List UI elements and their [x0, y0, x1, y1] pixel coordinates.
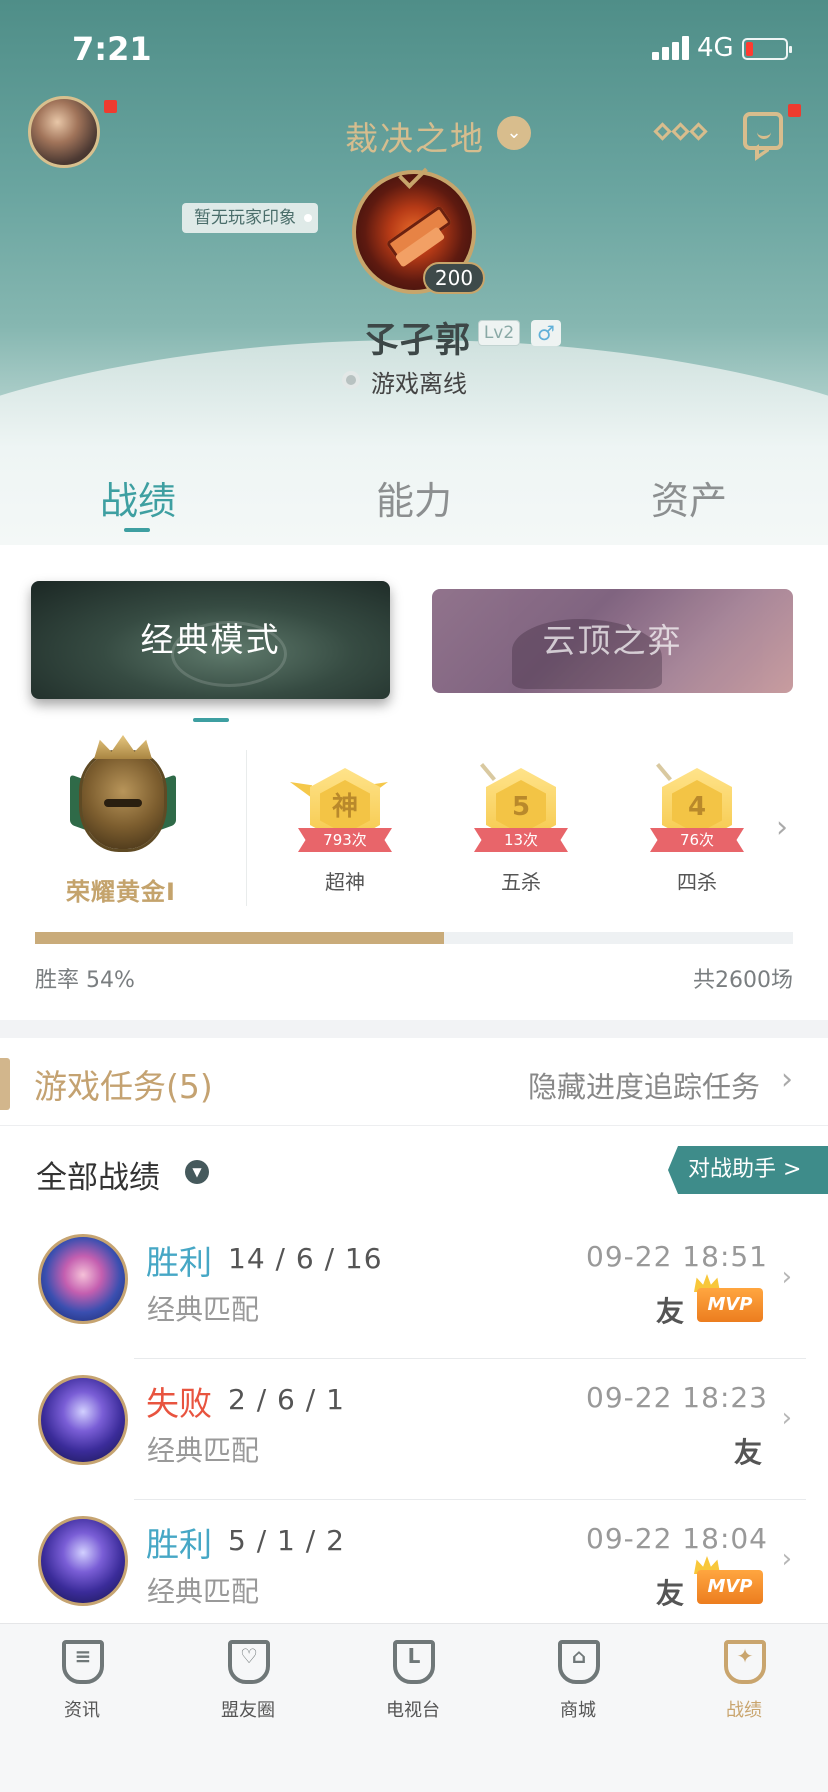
player-name: 孓孑郭 [363, 321, 472, 361]
section-gap [0, 1020, 828, 1038]
champion-avatar [38, 1234, 128, 1324]
match-row[interactable]: 失败 2 / 6 / 1 经典匹配 09-22 18:23 › 友 [0, 1359, 828, 1500]
match-mode: 经典匹配 [147, 1575, 260, 1608]
status-bar: 7:21 4G [0, 0, 828, 100]
rank-name: 荣耀黄金I [66, 878, 176, 906]
chevron-right-icon: › [781, 1403, 792, 1433]
friend-badge: 友 [656, 1577, 685, 1610]
mode-classic-label: 经典模式 [140, 620, 281, 659]
match-time: 09-22 18:23 [586, 1381, 768, 1414]
champion-avatar [38, 1516, 128, 1606]
total-games-text: 共2600场 [693, 968, 793, 993]
nav-tv-label: 电视台 [386, 1700, 440, 1721]
all-matches-filter[interactable]: 全部战绩 [36, 1152, 160, 1197]
friends-icon: ♡ [224, 1638, 274, 1686]
achievement-quadrakill[interactable]: 4 76次 四杀 [640, 762, 744, 894]
tab-record[interactable]: 战绩 [100, 470, 176, 525]
nav-friends[interactable]: ♡ 盟友圈 [198, 1638, 298, 1728]
mode-tft-label: 云顶之弈 [542, 621, 683, 660]
match-row[interactable]: 胜利 14 / 6 / 16 经典匹配 09-22 18:51 › 友 MVP [0, 1218, 828, 1359]
rank-emblem-icon[interactable] [70, 735, 176, 853]
record-icon: ✦ [720, 1638, 770, 1686]
match-kda: 14 / 6 / 16 [228, 1242, 383, 1275]
achievement-pentakill[interactable]: 5 13次 五杀 [464, 762, 568, 894]
match-row[interactable]: 胜利 5 / 1 / 2 经典匹配 09-22 18:04 › 友 MVP [0, 1500, 828, 1641]
match-mode: 经典匹配 [147, 1293, 260, 1326]
mode-active-indicator [193, 718, 229, 722]
nav-record[interactable]: ✦ 战绩 [694, 1638, 794, 1728]
hide-quest-tracking-link[interactable]: 隐藏进度追踪任务 [528, 1064, 760, 1106]
status-time: 7:21 [72, 30, 152, 68]
match-mode: 经典匹配 [147, 1434, 260, 1467]
achievement-label: 超神 [325, 870, 365, 894]
battery-icon [742, 38, 792, 60]
bottom-nav: ≡ 资讯 ♡ 盟友圈 L 电视台 ⌂ 商城 ✦ 战绩 [0, 1623, 828, 1792]
achievement-label: 四杀 [677, 870, 717, 894]
nav-friends-label: 盟友圈 [221, 1700, 275, 1721]
win-rate-bar [35, 932, 793, 944]
win-rate-text: 胜率 54% [35, 968, 135, 993]
chat-notification-dot [788, 104, 801, 117]
battle-assistant-button[interactable]: 对战助手 > [668, 1146, 828, 1194]
online-status-dot [342, 371, 360, 389]
chat-icon[interactable] [743, 112, 783, 150]
profile-tabs: 战绩 能力 资产 [0, 470, 828, 545]
friend-badge: 友 [656, 1295, 685, 1328]
online-status-text: 游戏离线 [371, 370, 467, 398]
hero-level-badge: 200 [423, 262, 485, 294]
user-avatar[interactable] [28, 96, 100, 168]
match-result: 胜利 [146, 1525, 212, 1564]
profile-header: 7:21 4G 裁决之地 ⌄ 暂无玩家印象 200 孓孑郭 Lv2 ♂ 游戏离线… [0, 0, 828, 545]
tab-assets[interactable]: 资产 [651, 470, 727, 525]
server-selector[interactable]: 裁决之地 [345, 112, 485, 160]
nav-shop[interactable]: ⌂ 商城 [528, 1638, 628, 1728]
chevron-right-icon[interactable]: › [781, 1062, 793, 1097]
more-icon[interactable] [653, 120, 708, 144]
signal-icon [652, 36, 692, 60]
chevron-right-icon: › [781, 1544, 792, 1574]
quest-bar[interactable]: 游戏任务(5) 隐藏进度追踪任务 › [0, 1038, 828, 1126]
match-result: 失败 [146, 1384, 212, 1423]
nav-record-label: 战绩 [726, 1700, 762, 1721]
tab-active-indicator [124, 528, 150, 532]
news-icon: ≡ [58, 1638, 108, 1686]
achievement-legendary[interactable]: 神 793次 超神 [288, 762, 392, 894]
match-result: 胜利 [146, 1243, 212, 1282]
win-rate-bar-fill [35, 932, 445, 944]
chevron-right-icon[interactable]: › [776, 810, 788, 845]
match-time: 09-22 18:04 [586, 1522, 768, 1555]
match-time: 09-22 18:51 [586, 1240, 768, 1273]
network-type: 4G [697, 33, 734, 63]
shop-icon: ⌂ [554, 1638, 604, 1686]
quest-accent [0, 1058, 10, 1110]
rank-divider [246, 750, 247, 906]
nav-news-label: 资讯 [64, 1700, 100, 1721]
mvp-badge: MVP [697, 1288, 763, 1322]
match-kda: 5 / 1 / 2 [228, 1524, 345, 1557]
achievement-count: 793次 [298, 828, 392, 852]
mode-card-classic[interactable]: 经典模式 [31, 581, 390, 699]
tv-icon: L [389, 1638, 439, 1686]
mvp-badge: MVP [697, 1570, 763, 1604]
nav-news[interactable]: ≡ 资讯 [32, 1638, 132, 1728]
chevron-right-icon: › [781, 1262, 792, 1292]
achievement-label: 五杀 [501, 870, 541, 894]
achievement-count: 13次 [474, 828, 568, 852]
nav-shop-label: 商城 [560, 1700, 596, 1721]
tab-ability[interactable]: 能力 [376, 470, 452, 525]
achievement-count: 76次 [650, 828, 744, 852]
mode-card-tft[interactable]: 云顶之弈 [432, 589, 793, 693]
friend-badge: 友 [734, 1436, 763, 1469]
level-badge: Lv2 [478, 320, 520, 346]
player-impression-tag[interactable]: 暂无玩家印象 [182, 203, 318, 233]
gender-icon: ♂ [531, 320, 561, 346]
avatar-notification-dot [104, 100, 117, 113]
match-kda: 2 / 6 / 1 [228, 1383, 345, 1416]
chevron-down-icon[interactable]: ⌄ [497, 116, 531, 150]
champion-avatar [38, 1375, 128, 1465]
nav-tv[interactable]: L 电视台 [363, 1638, 463, 1728]
chevron-down-icon[interactable]: ▼ [185, 1160, 209, 1184]
quest-title: 游戏任务(5) [34, 1067, 213, 1106]
